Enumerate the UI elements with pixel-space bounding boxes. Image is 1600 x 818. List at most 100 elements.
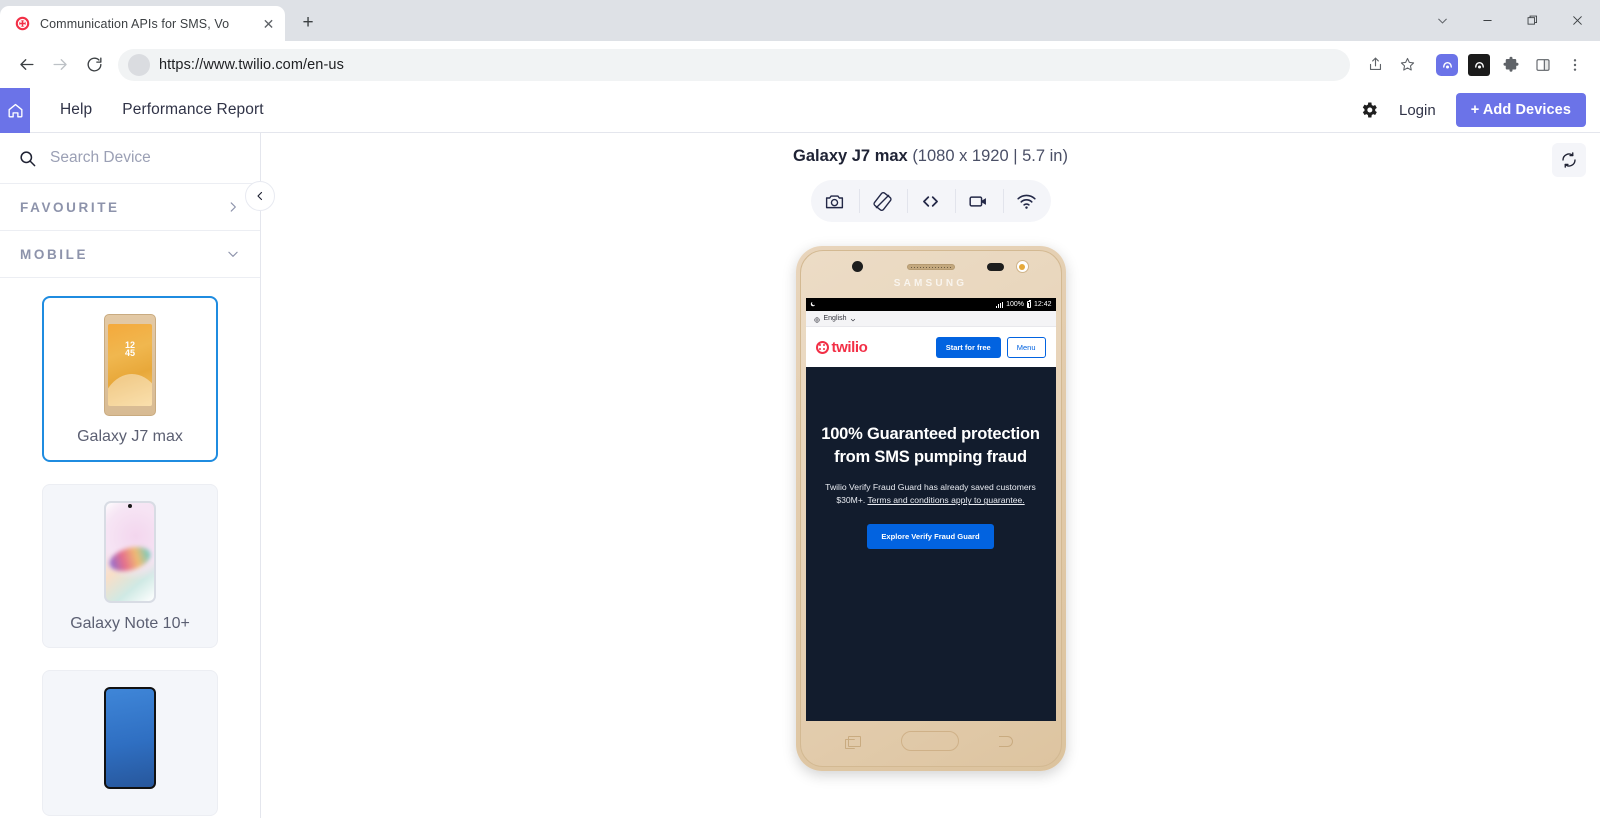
chevron-down-icon[interactable] xyxy=(850,310,856,328)
browser-tab-title: Communication APIs for SMS, Vo xyxy=(40,16,230,31)
twilio-favicon xyxy=(14,15,31,32)
device-thumbnail xyxy=(104,687,156,789)
battery-icon xyxy=(1026,300,1031,308)
phone-screen[interactable]: 100% 12:42 English twilio Start for free… xyxy=(805,298,1056,721)
browser-tab[interactable]: Communication APIs for SMS, Vo ✕ xyxy=(0,6,285,41)
close-window-icon[interactable] xyxy=(1555,0,1600,41)
android-nav-bar xyxy=(806,721,1056,761)
browser-toolbar: https://www.twilio.com/en-us xyxy=(0,41,1600,88)
device-card-galaxy-j7-max[interactable]: 12 45 Galaxy J7 max xyxy=(42,296,218,462)
site-nav-actions: Start for free Menu xyxy=(935,336,1046,358)
hero-subtext: Twilio Verify Fraud Guard has already sa… xyxy=(820,481,1042,509)
tab-search-icon[interactable] xyxy=(1420,0,1465,41)
browserstack-extension-icon[interactable] xyxy=(1432,50,1462,80)
workspace: Search Device FAVOURITE MOBILE 12 45 Gal… xyxy=(0,133,1600,818)
menu-button[interactable]: Menu xyxy=(1006,336,1046,358)
device-thumbnail xyxy=(104,501,156,603)
led-flash-icon xyxy=(1015,260,1029,273)
chevron-down-icon[interactable] xyxy=(226,247,240,261)
chevron-right-icon[interactable] xyxy=(226,200,240,214)
device-preview-panel: Galaxy J7 max (1080 x 1920 | 5.7 in) SAM… xyxy=(261,133,1600,818)
rotate-orientation-icon[interactable] xyxy=(858,180,907,222)
header-link-help[interactable]: Help xyxy=(60,101,92,119)
proximity-sensor-icon xyxy=(986,263,1004,271)
device-card-galaxy-note-10-plus[interactable]: Galaxy Note 10+ xyxy=(42,484,218,648)
page-title: Galaxy J7 max (1080 x 1920 | 5.7 in) xyxy=(793,147,1068,166)
address-bar[interactable]: https://www.twilio.com/en-us xyxy=(118,48,1350,81)
twilio-logo[interactable]: twilio xyxy=(815,338,868,356)
site-info-icon[interactable] xyxy=(128,53,150,76)
screenshot-camera-icon[interactable] xyxy=(811,180,859,222)
device-title-name: Galaxy J7 max xyxy=(793,147,908,165)
dnd-moon-icon xyxy=(810,301,816,309)
status-bar-right: 100% 12:42 xyxy=(996,300,1052,308)
device-thumbnail: 12 45 xyxy=(104,314,156,416)
browserstack-local-icon[interactable] xyxy=(1464,50,1494,80)
group-label-mobile: MOBILE xyxy=(20,246,89,262)
hero-subtext-link[interactable]: Terms and conditions apply to guarantee. xyxy=(867,495,1024,505)
reload-icon[interactable] xyxy=(78,49,110,81)
front-camera-icon xyxy=(851,261,863,272)
record-video-icon[interactable] xyxy=(954,180,1003,222)
android-back-button[interactable] xyxy=(999,735,1014,747)
group-label-favourite: FAVOURITE xyxy=(20,199,120,215)
search-device-row[interactable]: Search Device xyxy=(0,133,260,184)
close-icon[interactable]: ✕ xyxy=(260,15,277,32)
url-text: https://www.twilio.com/en-us xyxy=(159,56,344,73)
phone-top-bezel: SAMSUNG xyxy=(806,255,1056,298)
refresh-icon[interactable] xyxy=(1552,143,1586,177)
share-icon[interactable] xyxy=(1360,50,1390,80)
android-status-bar: 100% 12:42 xyxy=(805,298,1056,311)
globe-icon xyxy=(813,310,820,328)
home-icon[interactable] xyxy=(0,87,30,133)
header-link-performance-report[interactable]: Performance Report xyxy=(122,101,263,119)
browser-tab-bar: Communication APIs for SMS, Vo ✕ + xyxy=(0,0,1600,41)
header-right-group: Login + Add Devices xyxy=(1359,93,1600,127)
hero-headline: 100% Guaranteed protection from SMS pump… xyxy=(821,425,1040,466)
phone-frame: SAMSUNG 100% 12:42 English twilio Start … xyxy=(795,246,1066,771)
gear-icon[interactable] xyxy=(1359,100,1379,120)
devtools-code-icon[interactable] xyxy=(906,180,955,222)
twilio-hero-section: 100% Guaranteed protection from SMS pump… xyxy=(805,367,1056,721)
phone-brand-label: SAMSUNG xyxy=(893,278,968,289)
extensions-puzzle-icon[interactable] xyxy=(1496,50,1526,80)
earpiece-speaker-icon xyxy=(906,264,955,270)
network-wifi-icon[interactable] xyxy=(1002,180,1051,222)
android-recents-button[interactable] xyxy=(844,735,861,749)
twilio-mark-icon xyxy=(815,340,829,354)
language-selector-bar[interactable]: English xyxy=(805,310,1056,328)
start-for-free-button[interactable]: Start for free xyxy=(935,336,1001,358)
device-title-specs: (1080 x 1920 | 5.7 in) xyxy=(912,147,1068,165)
bookmark-star-icon[interactable] xyxy=(1392,50,1422,80)
window-controls xyxy=(1420,0,1600,41)
battery-percent-label: 100% xyxy=(1006,301,1024,308)
sidebar-collapse-button[interactable] xyxy=(245,181,275,211)
app-header: Help Performance Report Login + Add Devi… xyxy=(0,87,1600,133)
forward-icon[interactable] xyxy=(44,49,76,81)
sidebar-group-favourite[interactable]: FAVOURITE xyxy=(0,184,260,231)
signal-bars-icon xyxy=(996,301,1004,308)
new-tab-button[interactable]: + xyxy=(294,9,322,37)
search-icon xyxy=(18,149,37,168)
device-mockup: SAMSUNG 100% 12:42 English twilio Start … xyxy=(795,246,1066,771)
sidebar-group-mobile[interactable]: MOBILE xyxy=(0,231,260,278)
android-home-button[interactable] xyxy=(900,731,959,751)
status-bar-clock: 12:42 xyxy=(1033,301,1052,308)
device-card-label: Galaxy Note 10+ xyxy=(70,615,190,632)
maximize-icon[interactable] xyxy=(1510,0,1555,41)
twilio-wordmark: twilio xyxy=(831,338,868,356)
search-input[interactable]: Search Device xyxy=(50,149,151,167)
login-link[interactable]: Login xyxy=(1399,102,1436,119)
device-card-partial[interactable] xyxy=(42,670,218,816)
chrome-menu-icon[interactable] xyxy=(1560,50,1590,80)
language-label: English xyxy=(823,315,847,322)
explore-verify-fraud-guard-button[interactable]: Explore Verify Fraud Guard xyxy=(867,524,994,550)
twilio-site-nav: twilio Start for free Menu xyxy=(805,327,1056,367)
add-devices-button[interactable]: + Add Devices xyxy=(1455,93,1586,127)
device-sidebar: Search Device FAVOURITE MOBILE 12 45 Gal… xyxy=(0,133,275,818)
device-toolbar xyxy=(810,180,1051,222)
side-panel-icon[interactable] xyxy=(1528,50,1558,80)
device-list: 12 45 Galaxy J7 max Galaxy Note 10+ xyxy=(0,278,260,816)
minimize-icon[interactable] xyxy=(1465,0,1510,41)
back-icon[interactable] xyxy=(10,49,42,81)
